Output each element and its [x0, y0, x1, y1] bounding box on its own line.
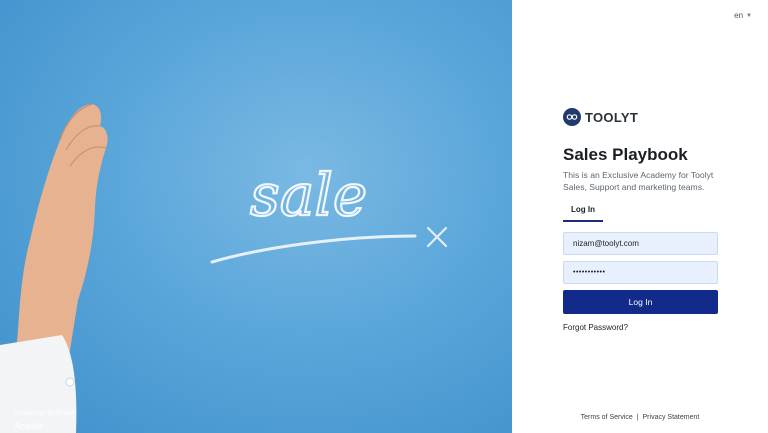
chalk-underline	[210, 234, 417, 264]
terms-of-service-link[interactable]: Terms of Service	[581, 414, 633, 421]
hero-illustration: sale	[0, 103, 448, 433]
footer: Terms of Service | Privacy Statement	[512, 414, 768, 421]
chalk-word: sale	[250, 161, 367, 229]
brand-name: TOOLYT	[585, 109, 639, 125]
built-with-label: Academy built with	[14, 408, 77, 417]
page-subtitle: This is an Exclusive Academy for Toolyt …	[563, 170, 714, 192]
toolyt-logo-icon	[563, 108, 581, 126]
language-selector[interactable]: en ▼	[734, 11, 752, 20]
brand-logo: TOOLYT	[563, 108, 638, 126]
language-label: en	[734, 11, 744, 20]
footer-separator: |	[636, 414, 639, 421]
shirt-cuff	[0, 335, 77, 433]
email-field[interactable]: nizam@toolyt.com	[563, 232, 718, 255]
privacy-statement-link[interactable]: Privacy Statement	[643, 414, 700, 421]
forgot-password-link[interactable]: Forgot Password?	[563, 323, 628, 332]
built-with-brand-link[interactable]: Acadle	[14, 421, 43, 431]
chalk-x	[426, 226, 448, 248]
hero-image: sale Academy built with Acadle	[0, 0, 512, 433]
login-button[interactable]: Log In	[563, 290, 718, 314]
tab-login[interactable]: Log In	[563, 205, 603, 222]
login-panel: en ▼ TOOLYT Sales Playbook This is an Ex…	[512, 0, 768, 433]
cuff-button	[65, 377, 75, 387]
password-field[interactable]: •••••••••••	[563, 261, 718, 284]
chevron-down-icon: ▼	[746, 12, 752, 19]
page-title: Sales Playbook	[563, 145, 688, 164]
